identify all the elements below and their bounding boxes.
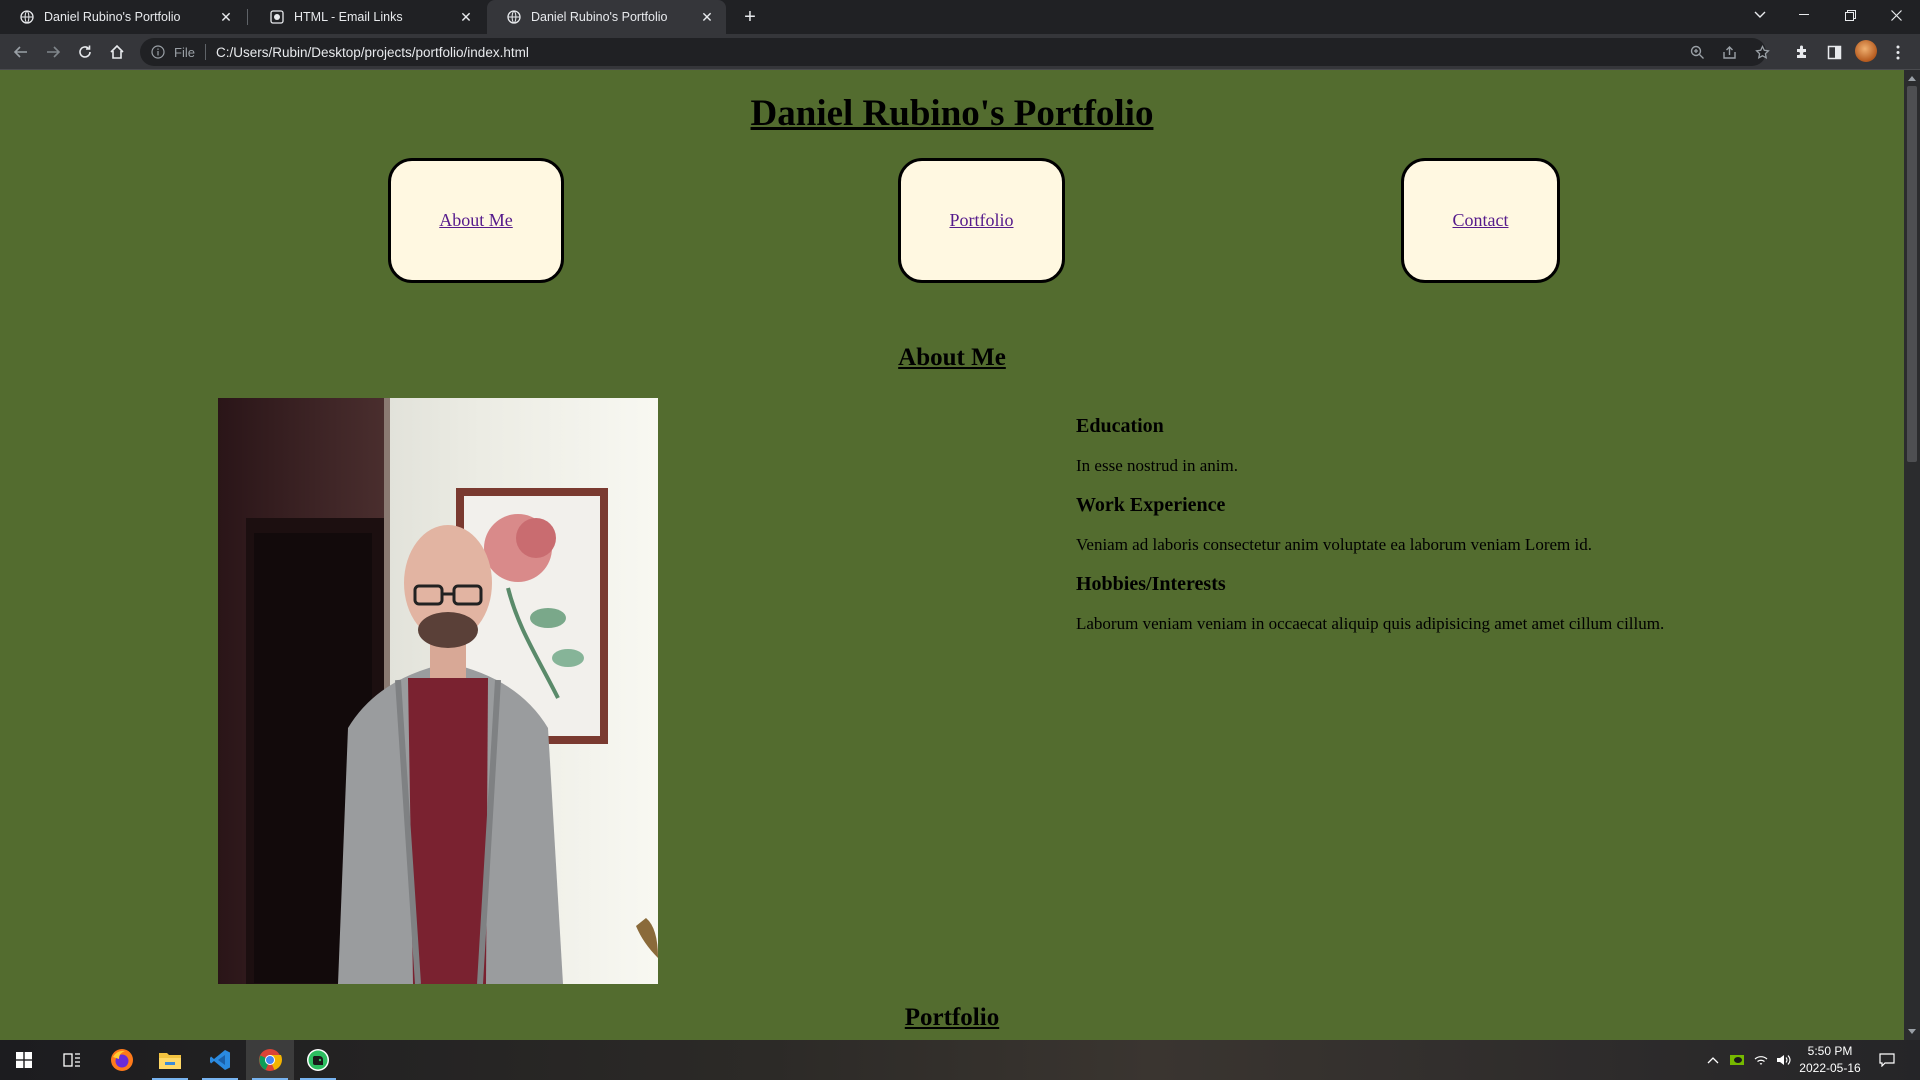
education-heading: Education	[1076, 415, 1164, 437]
taskbar-clock[interactable]: 5:50 PM 2022-05-16	[1790, 1043, 1870, 1077]
nav-link-contact[interactable]: Contact	[1453, 210, 1509, 231]
page-title: Daniel Rubino's Portfolio	[750, 93, 1154, 134]
tab-email-links[interactable]: HTML - Email Links ✕	[250, 0, 485, 34]
close-tab-icon[interactable]: ✕	[698, 8, 716, 26]
firefox-icon[interactable]	[98, 1040, 146, 1080]
file-explorer-icon[interactable]	[146, 1040, 194, 1080]
nav-link-about[interactable]: About Me	[439, 210, 513, 231]
education-text: In esse nostrud in anim.	[1076, 456, 1238, 475]
page-scrollbar[interactable]	[1904, 70, 1920, 1040]
windows-start-icon[interactable]	[0, 1040, 48, 1080]
about-details: Education In esse nostrud in anim. Work …	[1076, 415, 1876, 634]
home-button[interactable]	[105, 40, 129, 64]
about-heading: About Me	[898, 344, 1006, 371]
tab-portfolio-1[interactable]: Daniel Rubino's Portfolio ✕	[0, 0, 245, 34]
nav-link-portfolio[interactable]: Portfolio	[949, 210, 1013, 231]
close-window-button[interactable]	[1876, 0, 1916, 30]
url-text[interactable]: C:/Users/Rubin/Desktop/projects/portfoli…	[216, 45, 529, 60]
site-logo-icon	[270, 10, 284, 24]
nvidia-tray-icon[interactable]	[1726, 1040, 1748, 1080]
tab-divider	[247, 9, 248, 25]
tray-overflow-chevron-icon[interactable]	[1702, 1040, 1724, 1080]
tab-strip: Daniel Rubino's Portfolio ✕ HTML - Email…	[0, 0, 1920, 34]
tab-portfolio-active[interactable]: Daniel Rubino's Portfolio ✕	[487, 0, 726, 34]
url-scheme-label: File	[174, 44, 195, 60]
chrome-icon[interactable]	[246, 1040, 294, 1080]
omnibox-divider	[204, 44, 206, 60]
profile-photo	[218, 398, 658, 984]
close-tab-icon[interactable]: ✕	[457, 8, 475, 26]
network-icon[interactable]	[1750, 1040, 1772, 1080]
globe-icon	[507, 10, 521, 24]
back-button[interactable]	[9, 40, 33, 64]
restore-button[interactable]	[1830, 0, 1870, 30]
nav-box-contact: Contact	[1401, 158, 1560, 283]
nav-box-portfolio: Portfolio	[898, 158, 1065, 283]
forward-button[interactable]	[41, 40, 65, 64]
minimize-button[interactable]	[1784, 0, 1824, 30]
address-bar[interactable]: File C:/Users/Rubin/Desktop/projects/por…	[140, 38, 1766, 66]
scroll-up-arrow-icon[interactable]	[1908, 76, 1916, 81]
notifications-icon[interactable]	[1872, 1040, 1902, 1080]
hobbies-heading: Hobbies/Interests	[1076, 573, 1226, 595]
side-panel-icon[interactable]	[1826, 44, 1842, 60]
tab-title: Daniel Rubino's Portfolio	[531, 10, 668, 24]
zoom-icon[interactable]	[1689, 44, 1705, 60]
hobbies-text: Laborum veniam veniam in occaecat aliqui…	[1076, 614, 1665, 633]
close-tab-icon[interactable]: ✕	[217, 8, 235, 26]
bookmark-star-icon[interactable]	[1754, 44, 1770, 60]
tab-title: HTML - Email Links	[294, 10, 403, 24]
globe-icon	[20, 10, 34, 24]
new-tab-button[interactable]: +	[738, 5, 762, 29]
work-experience-heading: Work Experience	[1076, 494, 1226, 516]
task-view-icon[interactable]	[48, 1040, 96, 1080]
nav-box-about: About Me	[388, 158, 564, 283]
evernote-icon[interactable]	[294, 1040, 342, 1080]
browser-toolbar: File C:/Users/Rubin/Desktop/projects/por…	[0, 34, 1920, 70]
tab-title: Daniel Rubino's Portfolio	[44, 10, 181, 24]
windows-taskbar	[0, 1040, 1920, 1080]
tab-search-button[interactable]	[1740, 0, 1780, 30]
reload-button[interactable]	[73, 40, 97, 64]
menu-icon[interactable]	[1890, 44, 1906, 60]
profile-avatar[interactable]	[1855, 40, 1877, 62]
scroll-down-arrow-icon[interactable]	[1908, 1029, 1916, 1034]
clock-date: 2022-05-16	[1799, 1061, 1861, 1075]
work-experience-text: Veniam ad laboris consectetur anim volup…	[1076, 535, 1592, 554]
vscode-icon[interactable]	[196, 1040, 244, 1080]
extensions-icon[interactable]	[1794, 44, 1810, 60]
portfolio-heading: Portfolio	[904, 1004, 1000, 1031]
scrollbar-thumb[interactable]	[1907, 86, 1917, 462]
page-viewport: Daniel Rubino's Portfolio About Me Portf…	[0, 70, 1904, 1040]
site-info-icon[interactable]	[150, 44, 166, 60]
share-icon[interactable]	[1721, 44, 1737, 60]
clock-time: 5:50 PM	[1807, 1044, 1853, 1058]
